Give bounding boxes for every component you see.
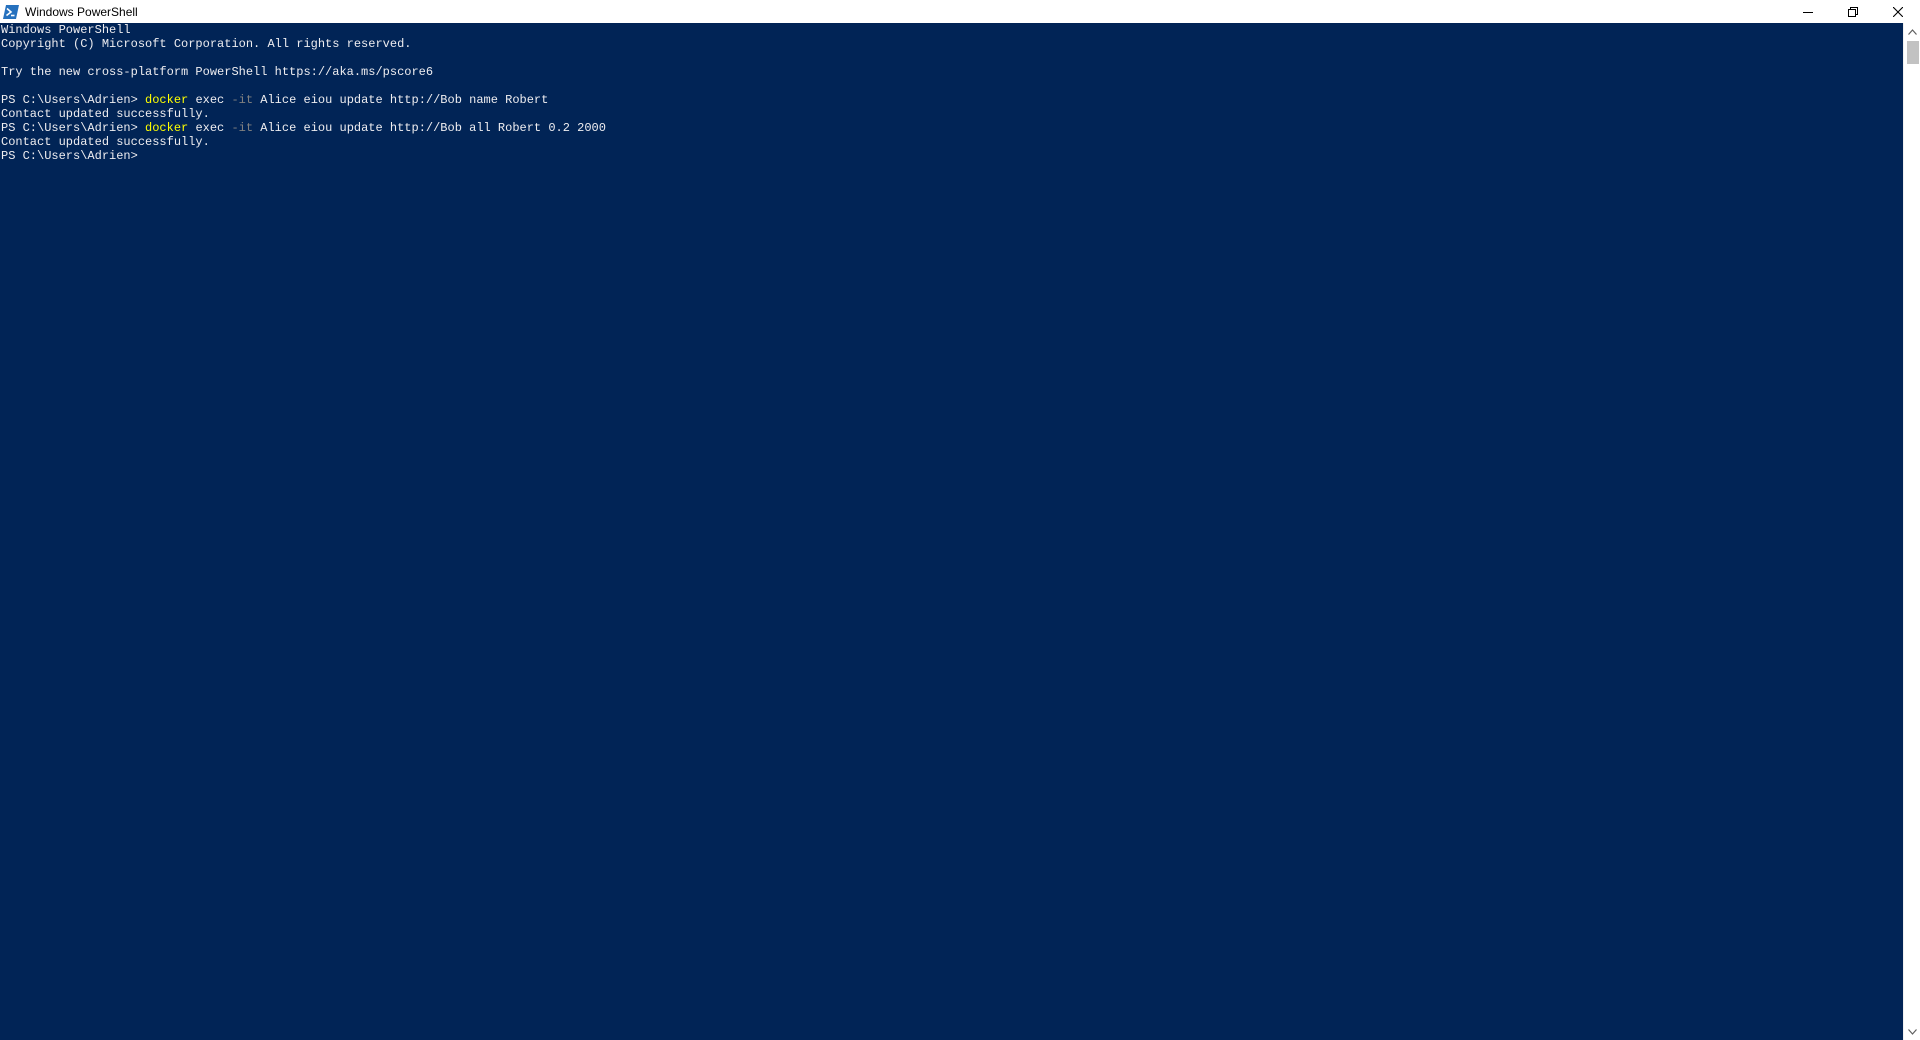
restore-icon: [1847, 6, 1858, 17]
output-line: Contact updated successfully.: [1, 135, 210, 149]
command-parameter: -it: [231, 121, 254, 135]
current-prompt-line[interactable]: PS C:\Users\Adrien>: [0, 149, 1903, 163]
banner-line: Copyright (C) Microsoft Corporation. All…: [1, 37, 412, 51]
scroll-down-button[interactable]: [1904, 1023, 1920, 1040]
prompt: PS C:\Users\Adrien>: [1, 93, 146, 107]
window-title: Windows PowerShell: [25, 4, 138, 19]
minimize-icon: [1802, 11, 1813, 13]
command-line: PS C:\Users\Adrien> docker exec -it Alic…: [0, 121, 1903, 135]
prompt: PS C:\Users\Adrien>: [1, 149, 146, 163]
command-arguments: Alice eiou update http://Bob name Robert: [253, 93, 549, 107]
command-text: exec: [188, 121, 232, 135]
banner-line: Windows PowerShell: [1, 23, 131, 37]
minimize-button[interactable]: [1785, 0, 1830, 23]
output-line: Contact updated successfully.: [1, 107, 210, 121]
scroll-up-button[interactable]: [1904, 23, 1920, 40]
window-controls: [1785, 0, 1920, 23]
terminal-console[interactable]: Windows PowerShell Copyright (C) Microso…: [0, 23, 1903, 1040]
command-name: docker: [145, 121, 189, 135]
command-parameter: -it: [231, 93, 254, 107]
command-text: exec: [188, 93, 232, 107]
command-name: docker: [145, 93, 189, 107]
vertical-scrollbar[interactable]: [1903, 23, 1920, 1040]
close-icon: [1892, 6, 1903, 17]
chevron-down-icon: [1908, 1028, 1917, 1035]
powershell-icon[interactable]: [3, 4, 19, 20]
restore-button[interactable]: [1830, 0, 1875, 23]
prompt: PS C:\Users\Adrien>: [1, 121, 146, 135]
scroll-thumb[interactable]: [1907, 41, 1919, 64]
command-arguments: Alice eiou update http://Bob all Robert …: [253, 121, 606, 135]
chevron-up-icon: [1908, 28, 1917, 35]
title-bar[interactable]: Windows PowerShell: [0, 0, 1920, 23]
banner-line: Try the new cross-platform PowerShell ht…: [1, 65, 434, 79]
powershell-window: Windows PowerShell Windows PowerShell Co…: [0, 0, 1920, 1040]
banner-line: [0, 79, 1903, 93]
banner-line: [0, 51, 1903, 65]
close-button[interactable]: [1875, 0, 1920, 23]
command-line: PS C:\Users\Adrien> docker exec -it Alic…: [0, 93, 1903, 107]
